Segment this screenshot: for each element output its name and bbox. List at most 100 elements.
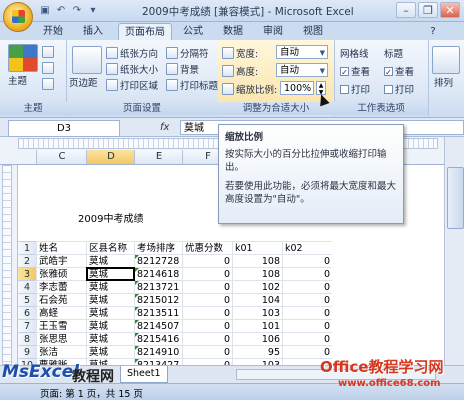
table-cell[interactable]: 8214618 — [134, 267, 182, 280]
themes-icon[interactable] — [8, 44, 38, 72]
tab-home[interactable]: 开始 — [38, 23, 68, 40]
table-cell[interactable]: 8213511 — [134, 306, 182, 319]
row-header[interactable]: 2 — [18, 254, 36, 268]
scrollbar-thumb[interactable] — [447, 167, 464, 229]
scale-input[interactable]: 100% — [280, 81, 314, 95]
table-cell[interactable]: 0 — [282, 306, 332, 319]
table-cell[interactable]: 0 — [182, 254, 232, 267]
insert-function-icon[interactable]: fx — [160, 120, 178, 135]
table-cell[interactable]: 0 — [282, 332, 332, 345]
size-button[interactable]: 纸张大小 — [106, 62, 158, 76]
tab-review[interactable]: 审阅 — [258, 23, 288, 40]
table-cell[interactable]: 李志蕾 — [36, 280, 86, 293]
row-header[interactable]: 3 — [18, 267, 36, 281]
table-cell[interactable]: 8214910 — [134, 345, 182, 358]
table-cell[interactable]: 张思思 — [36, 332, 86, 345]
arrange-button[interactable]: 排列 — [434, 75, 453, 89]
breaks-button[interactable]: 分隔符 — [166, 46, 209, 60]
row-header[interactable]: 1 — [18, 241, 36, 255]
table-cell[interactable]: 101 — [232, 319, 282, 332]
table-cell[interactable]: 石会苑 — [36, 293, 86, 306]
headings-print-checkbox[interactable]: 打印 — [384, 82, 414, 96]
table-cell[interactable]: 0 — [182, 332, 232, 345]
minimize-button[interactable]: – — [396, 2, 416, 18]
column-header-e[interactable]: E — [134, 150, 183, 164]
redo-icon[interactable]: ↷ — [70, 4, 84, 17]
tab-data[interactable]: 数据 — [218, 23, 248, 40]
table-cell[interactable]: 张雅硕 — [36, 267, 86, 280]
row-header[interactable]: 9 — [18, 345, 36, 359]
headings-view-checkbox[interactable]: ✓ 查看 — [384, 64, 414, 78]
column-heading-cell[interactable]: k01 — [232, 241, 282, 254]
tab-page-layout[interactable]: 页面布局 — [118, 23, 172, 41]
save-icon[interactable]: ▣ — [38, 4, 52, 17]
height-combo[interactable]: 自动 ▼ — [276, 63, 328, 77]
table-cell[interactable]: 莫城 — [86, 280, 134, 293]
table-cell[interactable]: 8215012 — [134, 293, 182, 306]
table-cell[interactable]: 95 — [232, 345, 282, 358]
vertical-scrollbar[interactable] — [444, 137, 464, 365]
column-heading-cell[interactable]: 考场排序 — [134, 241, 182, 254]
row-header[interactable]: 4 — [18, 280, 36, 294]
table-cell[interactable]: 莫城 — [86, 267, 134, 280]
column-heading-cell[interactable]: 优惠分数 — [182, 241, 232, 254]
tab-formulas[interactable]: 公式 — [178, 23, 208, 40]
table-cell[interactable]: 0 — [282, 293, 332, 306]
table-cell[interactable]: 0 — [182, 293, 232, 306]
sheet-tab[interactable]: Sheet1 — [120, 366, 168, 383]
tab-view[interactable]: 视图 — [298, 23, 328, 40]
column-header-d[interactable]: D — [86, 150, 135, 164]
table-cell[interactable]: 108 — [232, 267, 282, 280]
orientation-button[interactable]: 纸张方向 — [106, 46, 158, 60]
column-heading-cell[interactable]: 区县名称 — [86, 241, 134, 254]
restore-button[interactable]: ❐ — [418, 2, 438, 18]
table-cell[interactable]: 0 — [282, 254, 332, 267]
table-cell[interactable]: 张洁 — [36, 345, 86, 358]
colors-icon[interactable] — [42, 46, 54, 58]
table-cell[interactable]: 8215416 — [134, 332, 182, 345]
gridlines-print-checkbox[interactable]: 打印 — [340, 82, 370, 96]
background-button[interactable]: 背景 — [166, 62, 199, 76]
effects-icon[interactable] — [42, 78, 54, 90]
row-header[interactable]: 8 — [18, 332, 36, 346]
table-cell[interactable]: 武皓宇 — [36, 254, 86, 267]
table-cell[interactable]: 莫城 — [86, 293, 134, 306]
row-header[interactable]: 6 — [18, 306, 36, 320]
themes-button[interactable]: 主题 — [8, 73, 27, 87]
table-cell[interactable]: 莫城 — [86, 254, 134, 267]
undo-icon[interactable]: ↶ — [54, 4, 68, 17]
table-cell[interactable]: 0 — [182, 319, 232, 332]
table-cell[interactable]: 8212728 — [134, 254, 182, 267]
table-cell[interactable]: 0 — [282, 280, 332, 293]
row-header[interactable]: 5 — [18, 293, 36, 307]
table-cell[interactable]: 8213721 — [134, 280, 182, 293]
table-cell[interactable]: 8214507 — [134, 319, 182, 332]
table-cell[interactable]: 104 — [232, 293, 282, 306]
fonts-icon[interactable] — [42, 62, 54, 74]
table-cell[interactable]: 莫城 — [86, 306, 134, 319]
table-cell[interactable]: 103 — [232, 306, 282, 319]
print-area-button[interactable]: 打印区域 — [106, 78, 158, 92]
tab-insert[interactable]: 插入 — [78, 23, 108, 40]
table-cell[interactable]: 高蛏 — [36, 306, 86, 319]
office-button[interactable] — [3, 2, 33, 32]
table-cell[interactable]: 莫城 — [86, 332, 134, 345]
margins-button[interactable]: 页边距 — [69, 75, 98, 89]
table-cell[interactable]: 王玉雪 — [36, 319, 86, 332]
row-header[interactable]: 7 — [18, 319, 36, 333]
column-heading-cell[interactable]: k02 — [282, 241, 332, 254]
name-box[interactable]: D3 — [8, 120, 120, 137]
margins-icon[interactable] — [72, 46, 102, 74]
table-cell[interactable]: 莫城 — [86, 345, 134, 358]
table-cell[interactable]: 106 — [232, 332, 282, 345]
table-cell[interactable]: 0 — [182, 345, 232, 358]
gridlines-view-checkbox[interactable]: ✓ 查看 — [340, 64, 370, 78]
close-button[interactable]: ✕ — [440, 2, 460, 18]
width-combo[interactable]: 自动 ▼ — [276, 45, 328, 59]
column-header-c[interactable]: C — [36, 150, 87, 164]
table-cell[interactable]: 0 — [182, 267, 232, 280]
print-titles-button[interactable]: 打印标题 — [166, 78, 218, 92]
table-cell[interactable]: 0 — [282, 267, 332, 280]
table-cell[interactable]: 0 — [282, 319, 332, 332]
help-icon[interactable]: ? — [426, 23, 440, 40]
